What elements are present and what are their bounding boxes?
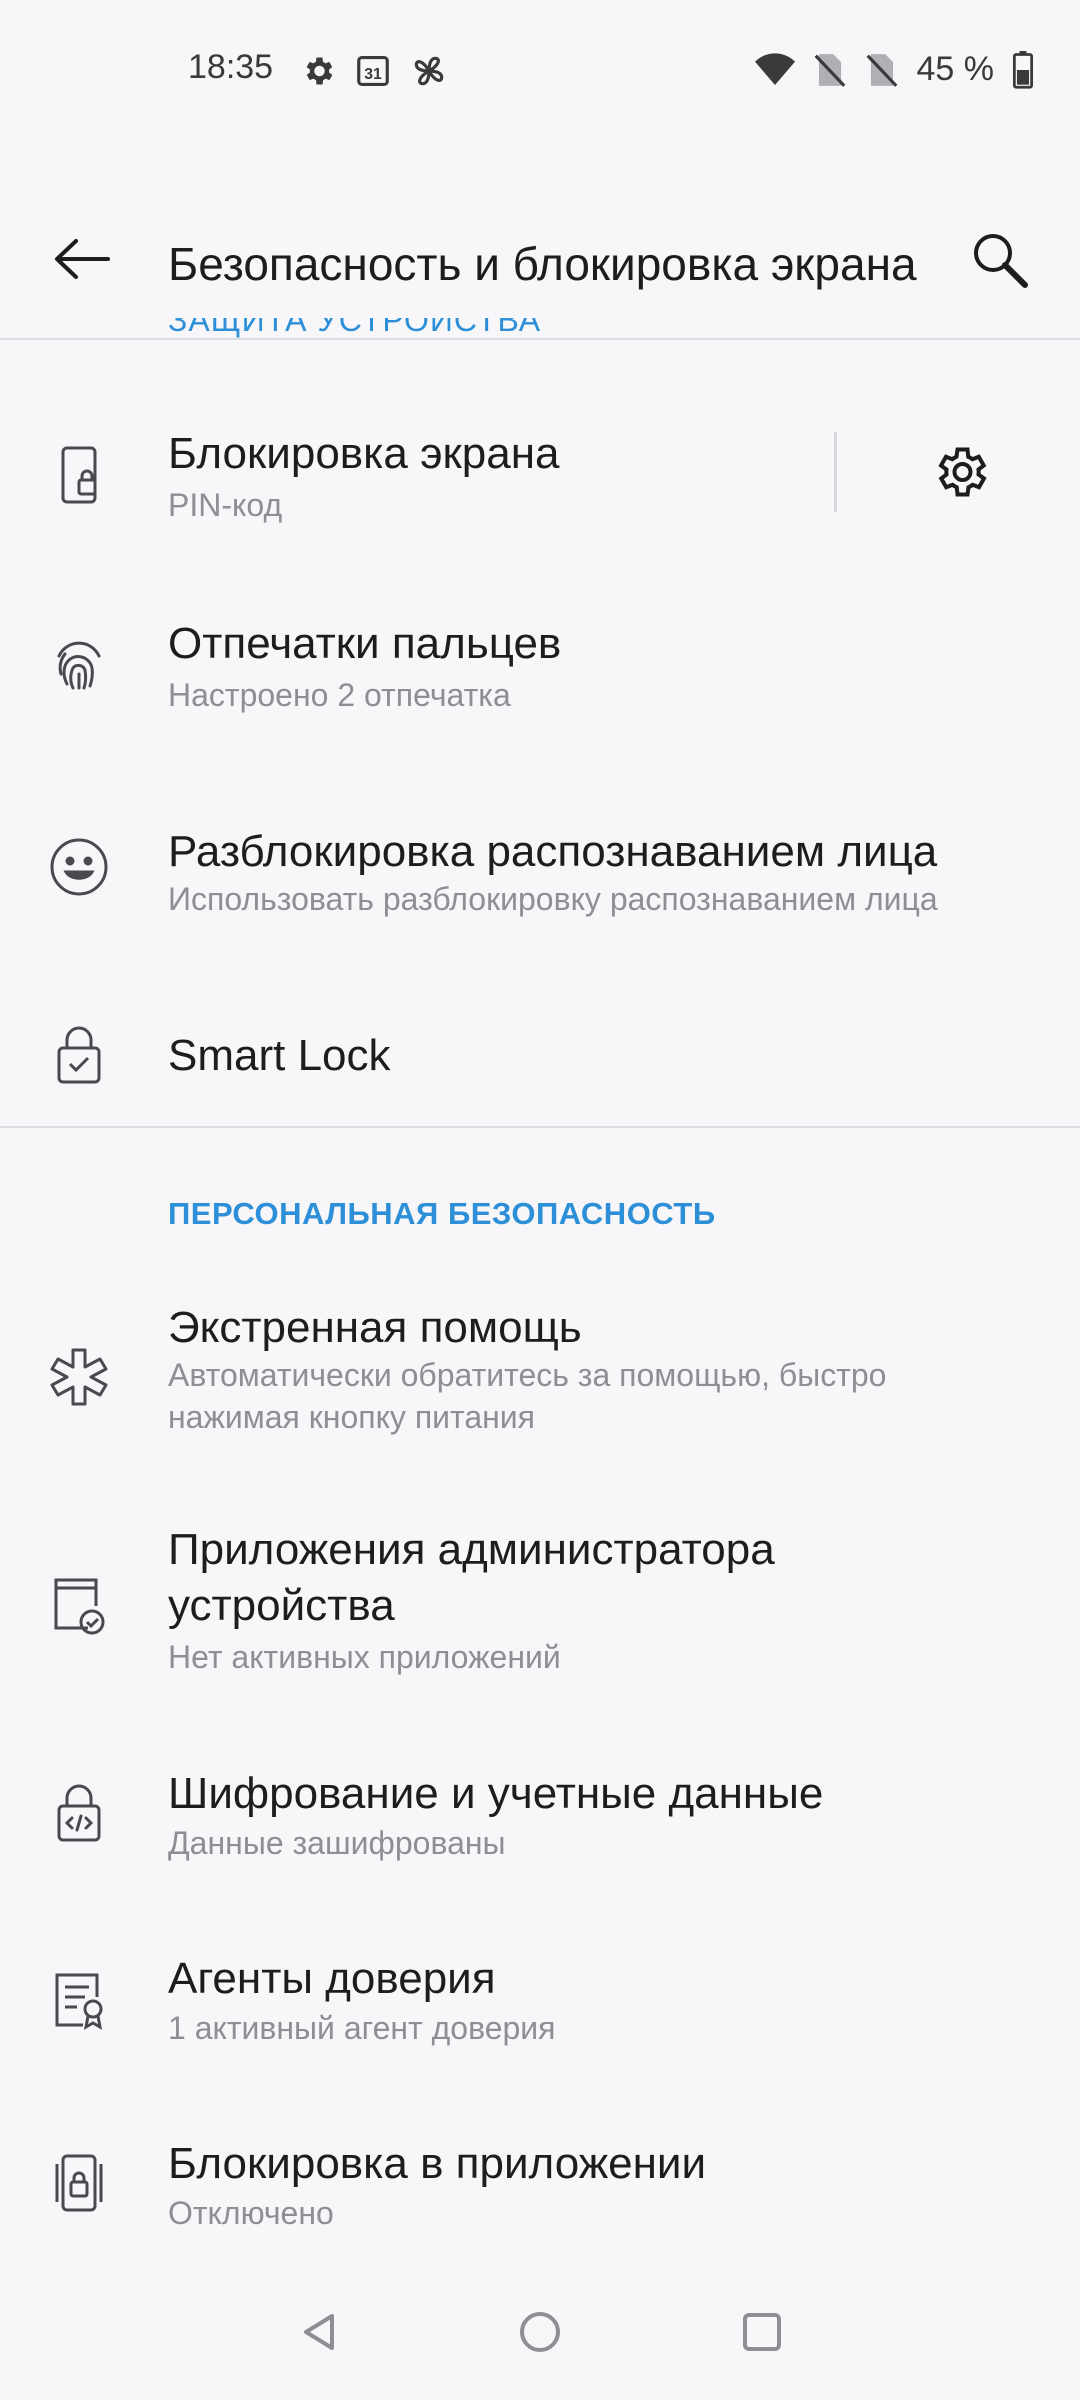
item-title: Блокировка в приложении	[168, 2139, 707, 2188]
item-trust-agents[interactable]: Агенты доверия 1 активный агент доверия	[0, 1925, 1080, 2075]
fingerprint-icon	[48, 634, 110, 696]
item-title: Блокировка экрана	[168, 429, 560, 478]
pinwheel-icon	[410, 52, 448, 90]
item-subtitle: Нет активных приложений	[168, 1639, 561, 1675]
app-bar-divider	[0, 338, 1080, 340]
item-title: Шифрование и учетные данные	[168, 1769, 824, 1818]
item-subtitle: Настроено 2 отпечатка	[168, 677, 511, 713]
face-icon	[48, 836, 110, 898]
item-title: Smart Lock	[168, 1031, 391, 1080]
item-subtitle: Использовать разблокировку распознавание…	[168, 881, 938, 917]
item-device-admin-apps[interactable]: Приложения администратора устройства Нет…	[0, 1510, 1080, 1700]
nav-home-button[interactable]	[510, 2302, 570, 2362]
section-header-personal-safety: ПЕРСОНАЛЬНАЯ БЕЗОПАСНОСТЬ	[168, 1196, 716, 1231]
item-app-lock[interactable]: Блокировка в приложении Отключено	[0, 2110, 1080, 2260]
calendar-day: 31	[364, 66, 382, 83]
search-button[interactable]	[960, 220, 1040, 300]
item-subtitle: 1 активный агент доверия	[168, 2010, 556, 2046]
smart-lock-icon	[48, 1024, 110, 1086]
item-smart-lock[interactable]: Smart Lock	[0, 1000, 1080, 1110]
item-subtitle: PIN-код	[168, 487, 283, 523]
status-time: 18:35	[188, 48, 274, 86]
gear-icon	[938, 447, 987, 497]
square-recents-icon	[743, 2313, 781, 2351]
circle-home-icon	[520, 2312, 560, 2352]
device-admin-icon	[48, 1574, 110, 1636]
search-icon	[974, 234, 1028, 288]
nav-recents-button[interactable]	[732, 2302, 792, 2362]
item-title: Разблокировка распознаванием лица	[168, 827, 938, 876]
item-face-unlock[interactable]: Разблокировка распознаванием лица Исполь…	[0, 780, 1080, 960]
system-icons: 45 %	[754, 50, 1035, 89]
back-button[interactable]	[46, 224, 116, 294]
screen-lock-settings-button[interactable]	[924, 436, 996, 508]
navigation-bar	[0, 2290, 1080, 2400]
item-title: Отпечатки пальцев	[168, 619, 562, 668]
item-emergency-sos[interactable]: Экстренная помощь Автоматически обратите…	[0, 1290, 1080, 1470]
item-fingerprints[interactable]: Отпечатки пальцев Настроено 2 отпечатка	[0, 590, 1080, 740]
status-bar: 18:35 31 45 %	[0, 0, 1080, 140]
calendar-icon: 31	[354, 52, 392, 90]
battery-icon	[1012, 50, 1034, 89]
section-header-device-protection: ЗАЩИТА УСТРОЙСТВА	[168, 318, 542, 338]
item-subtitle: Автоматически обратитесь за помощью, быс…	[168, 1357, 887, 1435]
triangle-back-icon	[304, 2314, 334, 2350]
item-title: Экстренная помощь	[168, 1303, 582, 1352]
vertical-divider	[834, 432, 837, 512]
item-screen-lock[interactable]: Блокировка экрана PIN-код	[0, 400, 1080, 550]
item-title: Приложения администратора устройства	[168, 1525, 775, 1630]
notification-icons: 31	[300, 52, 448, 90]
gear-icon	[300, 53, 336, 89]
wifi-icon	[754, 52, 795, 88]
trust-agent-icon	[48, 1969, 110, 2031]
app-lock-icon	[48, 2152, 110, 2214]
item-subtitle: Отключено	[168, 2195, 334, 2231]
item-subtitle: Данные зашифрованы	[168, 1825, 506, 1861]
page-title: Безопасность и блокировка экрана	[168, 238, 917, 290]
item-encryption-credentials[interactable]: Шифрование и учетные данные Данные зашиф…	[0, 1740, 1080, 1890]
no-sim-icon	[813, 51, 847, 89]
encryption-lock-icon	[48, 1782, 110, 1844]
item-title: Агенты доверия	[168, 1954, 496, 2003]
section-divider	[0, 1126, 1080, 1128]
nav-back-button[interactable]	[290, 2302, 350, 2362]
emergency-icon	[48, 1346, 110, 1408]
phone-lock-icon	[48, 444, 110, 506]
battery-percent: 45 %	[916, 50, 995, 88]
no-sim-icon	[865, 51, 899, 89]
back-arrow-icon	[55, 239, 110, 279]
